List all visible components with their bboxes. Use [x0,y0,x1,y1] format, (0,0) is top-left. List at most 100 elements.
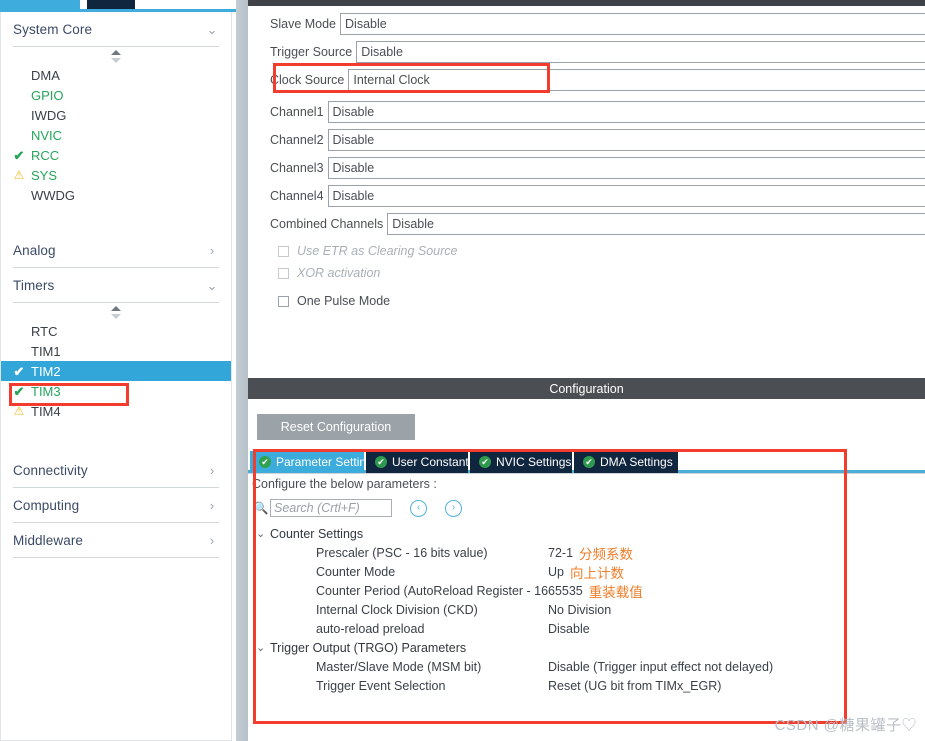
checkbox-row-use-etr-as-clearing-source[interactable]: Use ETR as Clearing Source [278,240,457,262]
sidebar-group-title: Timers [13,277,55,293]
sidebar-group-header-system-core[interactable]: System Core ⌄ [13,12,219,47]
mode-label-channel3: Channel3 [270,161,324,175]
sidebar-group-header-computing[interactable]: Computing › [13,488,219,523]
parameter-search-row: 🔍 ‹ › [252,498,462,518]
sidebar-group-middleware: Middleware › [13,523,219,558]
table-row[interactable]: Trigger Event Selection Reset (UG bit fro… [248,676,925,695]
parameter-value[interactable]: Up [548,565,564,579]
mode-select-clock-source[interactable]: Internal Clock [348,69,925,91]
sidebar-item-list: RTC TIM1 ✔ TIM2 ✔ TIM3 ⚠ TIM4 [1,321,231,425]
mode-label-combined-channels: Combined Channels [270,217,384,231]
sidebar-group-connectivity: Connectivity › [13,453,219,488]
sidebar-item-nvic[interactable]: NVIC [1,125,231,145]
tab-status-check-icon: ✔ [479,456,491,468]
sidebar-item-tim3[interactable]: ✔ TIM3 [1,381,231,401]
sidebar-item-label: RCC [31,147,60,163]
table-row[interactable]: Counter Mode Up 向上计数 [248,562,925,581]
sidebar-item-rcc[interactable]: ✔ RCC [1,145,231,165]
checkbox-one-pulse-mode[interactable] [278,295,289,307]
tree-group-counter-settings[interactable]: ⌄ Counter Settings [248,524,925,543]
sidebar-group-spacer [1,209,231,233]
search-input[interactable] [270,499,392,517]
sidebar-item-rtc[interactable]: RTC [1,321,231,341]
sidebar-item-label: RTC [31,323,58,339]
chevron-down-icon: ⌄ [206,21,218,37]
table-row[interactable]: auto-reload preload Disable [248,619,925,638]
table-row[interactable]: Counter Period (AutoReload Register - 16… [248,581,925,600]
sidebar-group-title: Computing [13,497,80,513]
search-next-button[interactable]: › [445,499,462,517]
tab-nvic-settings[interactable]: ✔ NVIC Settings [470,451,572,473]
parameter-name: Counter Period (AutoReload Register - 16… [316,583,548,598]
mode-label-clock-source: Clock Source [270,73,345,87]
sidebar-item-label: DMA [31,67,60,83]
sidebar-item-tim4[interactable]: ⚠ TIM4 [1,401,231,421]
sidebar-splitter[interactable] [236,0,248,741]
sidebar-item-label: NVIC [31,127,63,143]
parameter-name: Master/Slave Mode (MSM bit) [316,659,482,674]
parameter-value[interactable]: Disable [548,622,808,636]
sidebar-group-title: Analog [13,242,56,258]
mode-row-trigger-source: Trigger Source Disable [270,40,925,64]
sidebar-item-iwdg[interactable]: IWDG [1,105,231,125]
chevron-right-icon: › [209,497,215,513]
sidebar-item-tim2[interactable]: ✔ TIM2 [1,361,231,381]
tree-group-trigger-output-trgo-parameters[interactable]: ⌄ Trigger Output (TRGO) Parameters [248,638,925,657]
parameter-value[interactable]: 65535 [548,584,583,598]
sidebar-scroll-spinner[interactable] [1,303,231,321]
checkbox-row-xor-activation[interactable]: XOR activation [278,262,380,284]
table-row[interactable]: Internal Clock Division (CKD) No Division [248,600,925,619]
sidebar-item-list: DMA GPIO IWDG NVIC ✔ RCC ⚠ SYS WWDG [1,65,231,209]
parameter-value[interactable]: Disable (Trigger input effect not delaye… [548,660,808,674]
sidebar-group-header-analog[interactable]: Analog › [13,233,219,268]
annotation-note: 分频系数 [579,546,634,562]
sidebar-item-label: GPIO [31,87,64,103]
table-row[interactable]: Prescaler (PSC - 16 bits value) 72-1 分频系数 [248,543,925,562]
sidebar-group-system-core: System Core ⌄ [13,12,219,47]
tab-user-constants[interactable]: ✔ User Constants [366,451,475,473]
mode-select-slave-mode[interactable]: Disable [340,13,925,35]
parameter-name: Prescaler (PSC - 16 bits value) [316,545,488,560]
mode-select-channel3[interactable]: Disable [327,157,925,179]
parameter-value[interactable]: Reset (UG bit from TIMx_EGR) [548,679,808,693]
parameter-value[interactable]: No Division [548,603,808,617]
tab-status-check-icon: ✔ [583,456,595,468]
sidebar-group-title: System Core [13,21,93,37]
search-prev-button[interactable]: ‹ [410,499,427,517]
configuration-title: Configuration [248,378,925,399]
chevron-right-icon: › [209,242,215,258]
table-row[interactable]: Master/Slave Mode (MSM bit) Disable (Trig… [248,657,925,676]
sidebar-item-label: SYS [31,167,58,183]
sidebar-group-computing: Computing › [13,488,219,523]
mode-label-channel4: Channel4 [270,189,324,203]
checkbox-label: XOR activation [297,266,381,280]
tab-parameter-settings[interactable]: ✔ Parameter Settings [250,451,379,473]
chevron-down-icon: ⌄ [256,642,266,654]
sidebar-group-header-middleware[interactable]: Middleware › [13,523,219,558]
tab-label: Parameter Settings [276,455,379,469]
sidebar-group-header-connectivity[interactable]: Connectivity › [13,453,219,488]
mode-select-trigger-source[interactable]: Disable [356,41,925,63]
parameter-value[interactable]: 72-1 [548,546,573,560]
tab-strip-segment-active[interactable] [0,0,80,9]
sidebar-scroll-spinner[interactable] [1,47,231,65]
checkbox-row-one-pulse-mode[interactable]: One Pulse Mode [278,290,390,312]
sidebar-group-analog: Analog › [13,233,219,268]
reset-configuration-button[interactable]: Reset Configuration [257,414,415,440]
tab-dma-settings[interactable]: ✔ DMA Settings [574,451,678,473]
sidebar-item-sys[interactable]: ⚠ SYS [1,165,231,185]
search-icon: 🔍 [253,501,269,515]
mode-select-channel4[interactable]: Disable [327,185,925,207]
mode-select-combined-channels[interactable]: Disable [387,213,925,235]
sidebar-group-header-timers[interactable]: Timers ⌄ [13,268,219,303]
tab-strip-segment-inactive[interactable] [87,0,135,9]
sidebar-group-timers: Timers ⌄ [13,268,219,303]
mode-select-channel2[interactable]: Disable [327,129,925,151]
splitter-handle[interactable] [236,0,248,741]
sidebar-item-gpio[interactable]: GPIO [1,85,231,105]
annotation-note: 重装载值 [588,584,643,600]
mode-select-channel1[interactable]: Disable [327,101,925,123]
sidebar-item-dma[interactable]: DMA [1,65,231,85]
sidebar-item-wwdg[interactable]: WWDG [1,185,231,205]
sidebar-item-tim1[interactable]: TIM1 [1,341,231,361]
